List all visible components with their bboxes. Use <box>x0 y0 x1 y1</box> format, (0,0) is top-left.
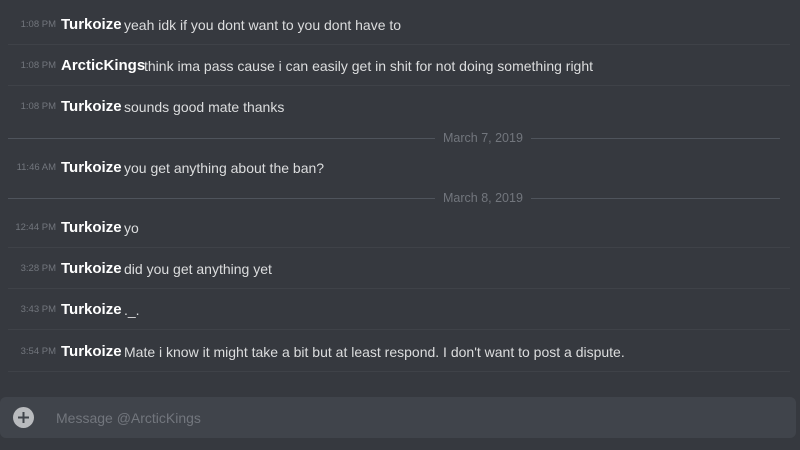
message-text: ._. <box>124 302 140 318</box>
date-divider-label: March 7, 2019 <box>435 128 531 148</box>
message-timestamp: 11:46 AM <box>16 162 56 173</box>
message-text: you get anything about the ban? <box>124 160 325 176</box>
message-timestamp: 1:08 PM <box>20 101 56 112</box>
message-text: think ima pass cause i can easily get in… <box>144 58 594 74</box>
message-row[interactable]: 12:44 PM Turkoize yo <box>0 208 790 248</box>
date-divider-rule <box>8 138 780 139</box>
message-author[interactable]: ArcticKings <box>61 46 145 86</box>
message-list: 1:08 PM Turkoize yeah idk if you dont wa… <box>0 0 800 385</box>
message-separator <box>8 329 790 330</box>
plus-circle-icon[interactable] <box>13 407 34 428</box>
message-author[interactable]: Turkoize <box>61 290 122 330</box>
message-author[interactable]: Turkoize <box>61 332 122 372</box>
message-author[interactable]: Turkoize <box>61 148 122 188</box>
message-author[interactable]: Turkoize <box>61 208 122 248</box>
message-row[interactable]: 3:28 PM Turkoize did you get anything ye… <box>0 249 790 289</box>
message-separator <box>8 85 790 86</box>
message-timestamp: 1:08 PM <box>20 19 56 30</box>
message-row[interactable]: 3:43 PM Turkoize ._. <box>0 290 790 330</box>
message-row[interactable]: 1:08 PM Turkoize yeah idk if you dont wa… <box>0 5 790 45</box>
message-text: sounds good mate thanks <box>124 99 285 115</box>
message-timestamp: 3:54 PM <box>20 346 56 357</box>
message-author[interactable]: Turkoize <box>61 5 122 45</box>
dm-chat-window: 1:08 PM Turkoize yeah idk if you dont wa… <box>0 0 800 450</box>
message-text: did you get anything yet <box>124 261 272 277</box>
message-composer <box>0 397 796 438</box>
message-text: yeah idk if you dont want to you dont ha… <box>124 17 402 33</box>
date-divider: March 8, 2019 <box>8 188 780 208</box>
message-author[interactable]: Turkoize <box>61 249 122 289</box>
message-separator <box>8 288 790 289</box>
message-separator <box>8 247 790 248</box>
message-row[interactable]: 1:08 PM Turkoize sounds good mate thanks <box>0 87 790 127</box>
message-row[interactable]: 3:54 PM Turkoize Mate i know it might ta… <box>0 332 790 372</box>
date-divider-label: March 8, 2019 <box>435 188 531 208</box>
message-text: Mate i know it might take a bit but at l… <box>124 344 625 360</box>
message-text: yo <box>124 220 139 236</box>
message-timestamp: 3:28 PM <box>20 263 56 274</box>
message-separator <box>8 371 790 372</box>
message-row[interactable]: 1:08 PM ArcticKings think ima pass cause… <box>0 46 790 86</box>
message-input[interactable] <box>56 397 776 438</box>
message-timestamp: 12:44 PM <box>15 222 56 233</box>
message-timestamp: 1:08 PM <box>20 60 56 71</box>
date-divider-rule <box>8 198 780 199</box>
message-separator <box>8 44 790 45</box>
message-author[interactable]: Turkoize <box>61 87 122 127</box>
message-timestamp: 3:43 PM <box>20 304 56 315</box>
message-row[interactable]: 11:46 AM Turkoize you get anything about… <box>0 148 790 188</box>
date-divider: March 7, 2019 <box>8 128 780 148</box>
